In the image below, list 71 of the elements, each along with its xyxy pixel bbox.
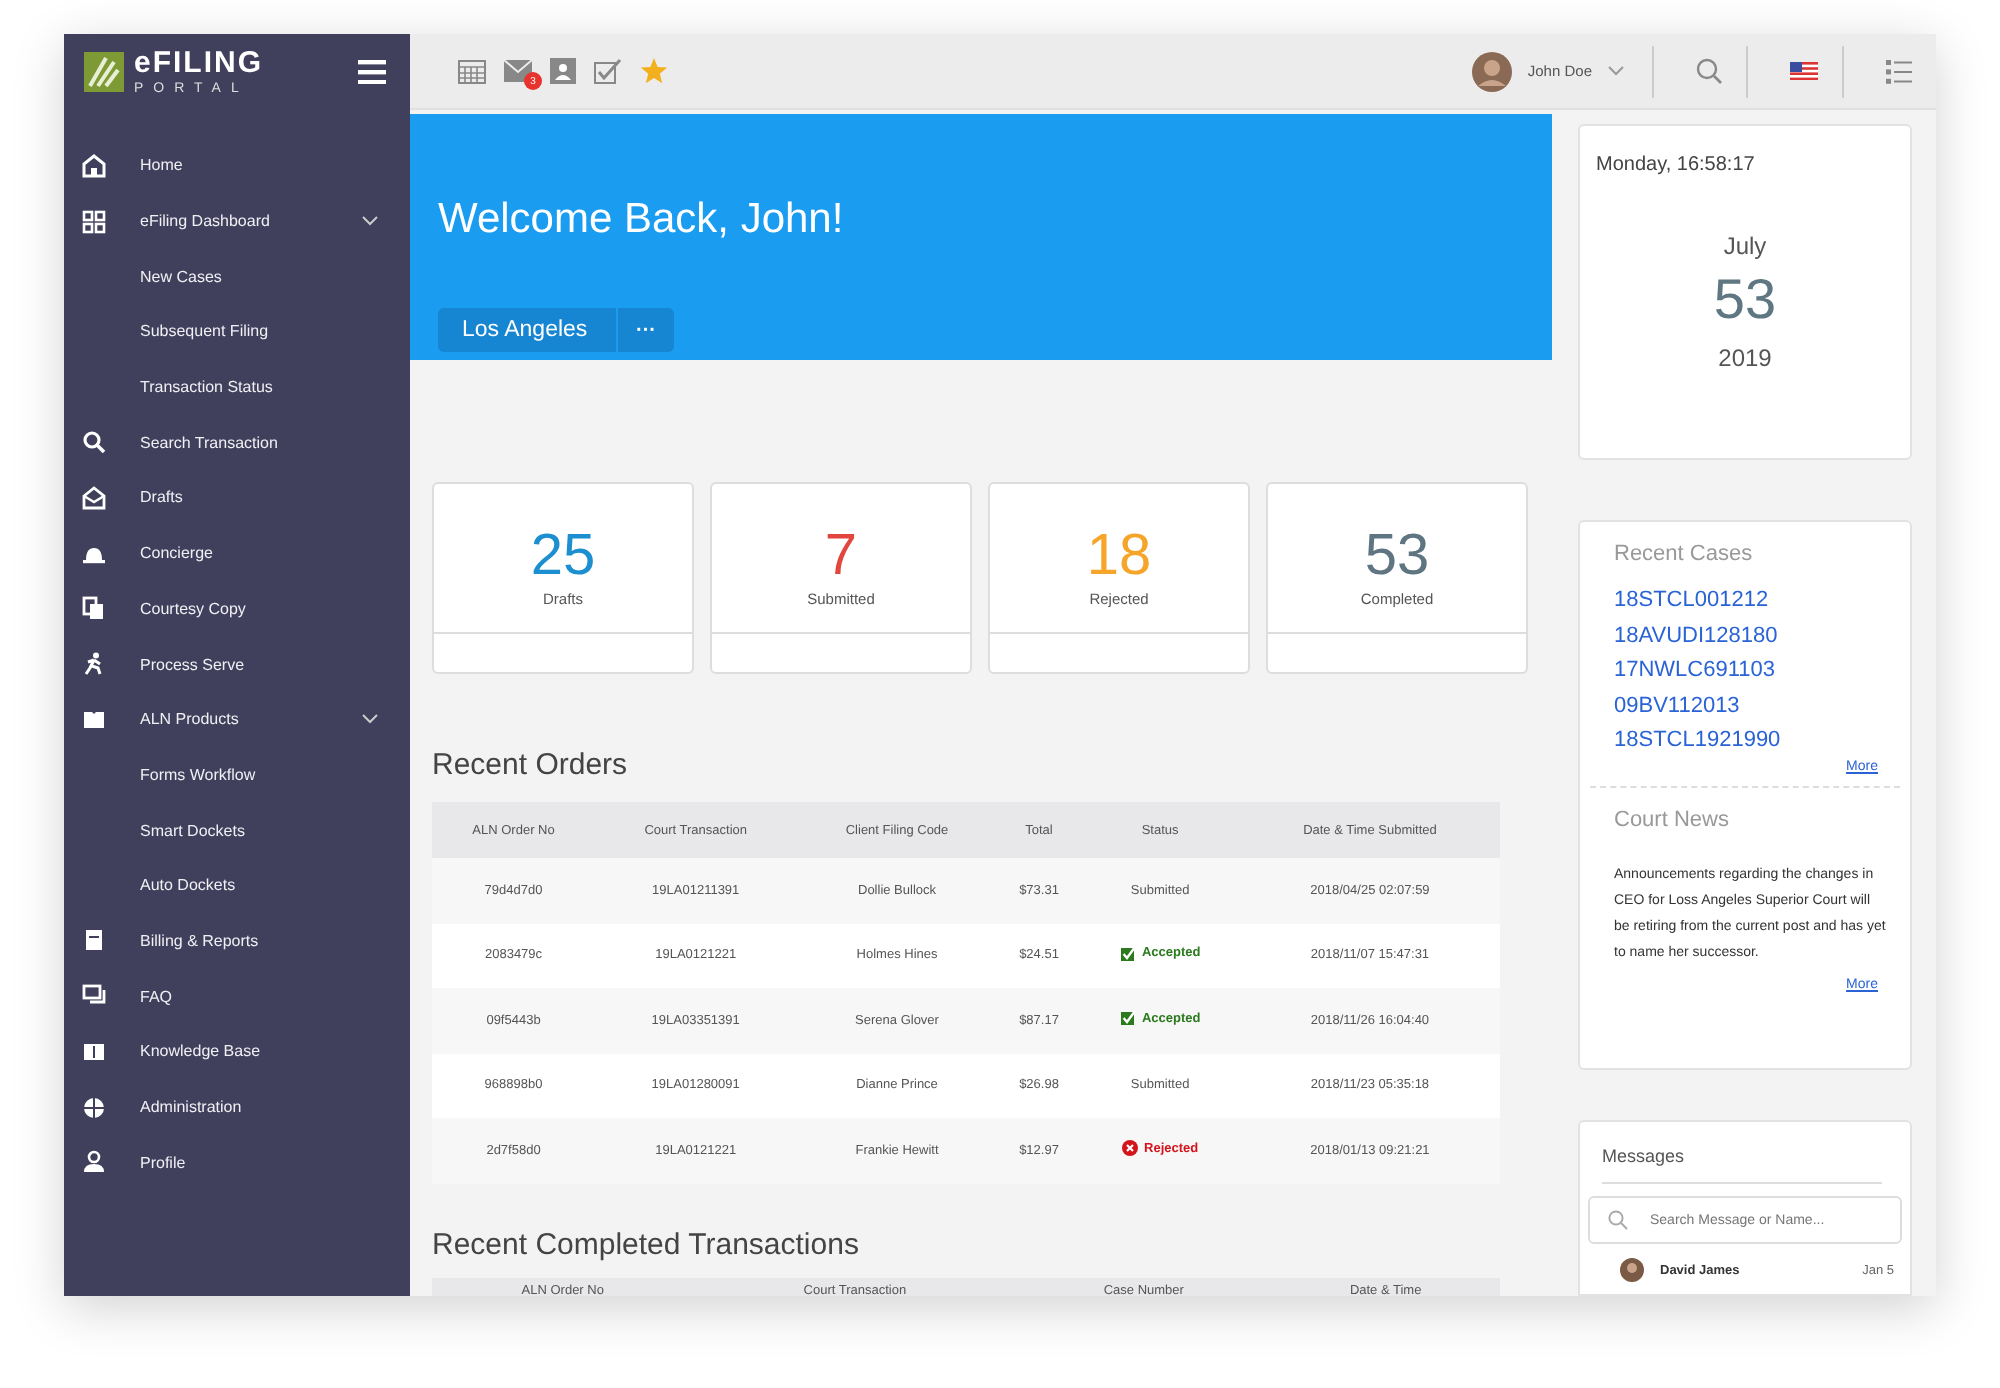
case-link[interactable]: 18STCL001212 bbox=[1614, 584, 1910, 619]
sidebar-item[interactable]: Courtesy Copy bbox=[140, 599, 246, 618]
logo-icon bbox=[84, 52, 124, 92]
sidebar-item[interactable]: Administration bbox=[140, 1098, 242, 1117]
copy-icon bbox=[82, 596, 106, 621]
sidebar-item[interactable]: Knowledge Base bbox=[140, 1042, 261, 1061]
stat-value: 18 bbox=[1086, 528, 1152, 586]
globe-icon bbox=[82, 1095, 106, 1120]
sidebar-item[interactable]: ALN Products bbox=[140, 710, 239, 729]
card-title: Messages bbox=[1602, 1146, 1882, 1184]
sidebar-item[interactable]: Concierge bbox=[140, 544, 213, 563]
year-text: 2019 bbox=[1718, 344, 1772, 372]
more-button[interactable]: ··· bbox=[618, 308, 674, 352]
day-number: 53 bbox=[1713, 268, 1777, 332]
stat-value: 7 bbox=[824, 528, 858, 586]
envelope-icon[interactable] bbox=[504, 60, 532, 82]
section-title: Recent Orders bbox=[432, 748, 630, 782]
sidebar-item[interactable]: Billing & Reports bbox=[140, 931, 259, 950]
sidebar-item[interactable]: Search Transaction bbox=[140, 433, 278, 452]
sidebar-item[interactable]: eFiling Dashboard bbox=[140, 212, 270, 231]
search-icon[interactable] bbox=[1696, 58, 1722, 84]
sidebar-item[interactable]: Process Serve bbox=[140, 655, 245, 674]
error-icon bbox=[1122, 1140, 1139, 1157]
sidebar-subitem[interactable]: Subsequent Filing bbox=[140, 322, 269, 341]
clock-text: Monday, 16:58:17 bbox=[1596, 154, 1755, 176]
sidebar-subitem[interactable]: New Cases bbox=[140, 267, 222, 286]
card-title: Recent Cases bbox=[1614, 542, 1755, 566]
sidebar-subitem[interactable]: Transaction Status bbox=[140, 378, 273, 397]
chat-icon bbox=[82, 984, 106, 1009]
case-link[interactable]: 18AVUDI128180 bbox=[1614, 619, 1910, 654]
home-icon bbox=[82, 153, 106, 178]
sidebar-item[interactable]: Home bbox=[140, 156, 183, 175]
person-icon bbox=[82, 1150, 106, 1175]
checkbox-icon[interactable] bbox=[594, 58, 622, 84]
case-link[interactable]: 18STCL1921990 bbox=[1614, 724, 1910, 759]
checkbox-icon bbox=[1119, 945, 1136, 962]
search-icon bbox=[1608, 1210, 1628, 1230]
card-title: Court News bbox=[1614, 807, 1731, 831]
contact-card-icon[interactable] bbox=[550, 58, 576, 84]
star-icon[interactable] bbox=[640, 58, 668, 84]
logo-title: eFILING bbox=[134, 48, 264, 78]
case-link[interactable]: 17NWLC691103 bbox=[1614, 654, 1910, 689]
sidebar-subitem[interactable]: Auto Dockets bbox=[140, 876, 236, 895]
sidebar-subitem[interactable]: Forms Workflow bbox=[140, 765, 256, 784]
month-text: July bbox=[1723, 232, 1767, 260]
envelope-icon bbox=[82, 485, 106, 510]
welcome-title: Welcome Back, John! bbox=[438, 196, 846, 244]
flag-icon[interactable] bbox=[1790, 62, 1818, 80]
sidebar-item[interactable]: Profile bbox=[140, 1153, 186, 1172]
book-icon bbox=[82, 1039, 106, 1064]
search-icon bbox=[82, 430, 106, 455]
stat-value: 25 bbox=[530, 528, 596, 586]
chevron-icon[interactable] bbox=[362, 216, 378, 227]
avatar-icon bbox=[1620, 1258, 1644, 1282]
stat-value: 53 bbox=[1364, 528, 1430, 586]
menu-icon[interactable] bbox=[358, 60, 386, 84]
sidebar-subitem[interactable]: Smart Dockets bbox=[140, 821, 245, 840]
calendar-icon[interactable] bbox=[458, 58, 486, 84]
grid-icon bbox=[82, 209, 106, 234]
location-dropdown[interactable]: Los Angeles bbox=[438, 308, 616, 352]
checkbox-icon bbox=[1119, 1010, 1136, 1027]
avatar-icon bbox=[1471, 51, 1512, 91]
section-title: Recent Completed Transactions bbox=[432, 1227, 861, 1261]
chevron-icon[interactable] bbox=[362, 714, 378, 725]
sidebar-item[interactable]: Drafts bbox=[140, 488, 183, 507]
receipt-icon bbox=[82, 928, 106, 953]
case-link[interactable]: 09BV112013 bbox=[1614, 689, 1910, 724]
runner-icon bbox=[82, 652, 106, 677]
list-icon[interactable] bbox=[1886, 59, 1912, 83]
book-icon bbox=[82, 707, 106, 732]
sidebar-item[interactable]: FAQ bbox=[140, 987, 173, 1006]
